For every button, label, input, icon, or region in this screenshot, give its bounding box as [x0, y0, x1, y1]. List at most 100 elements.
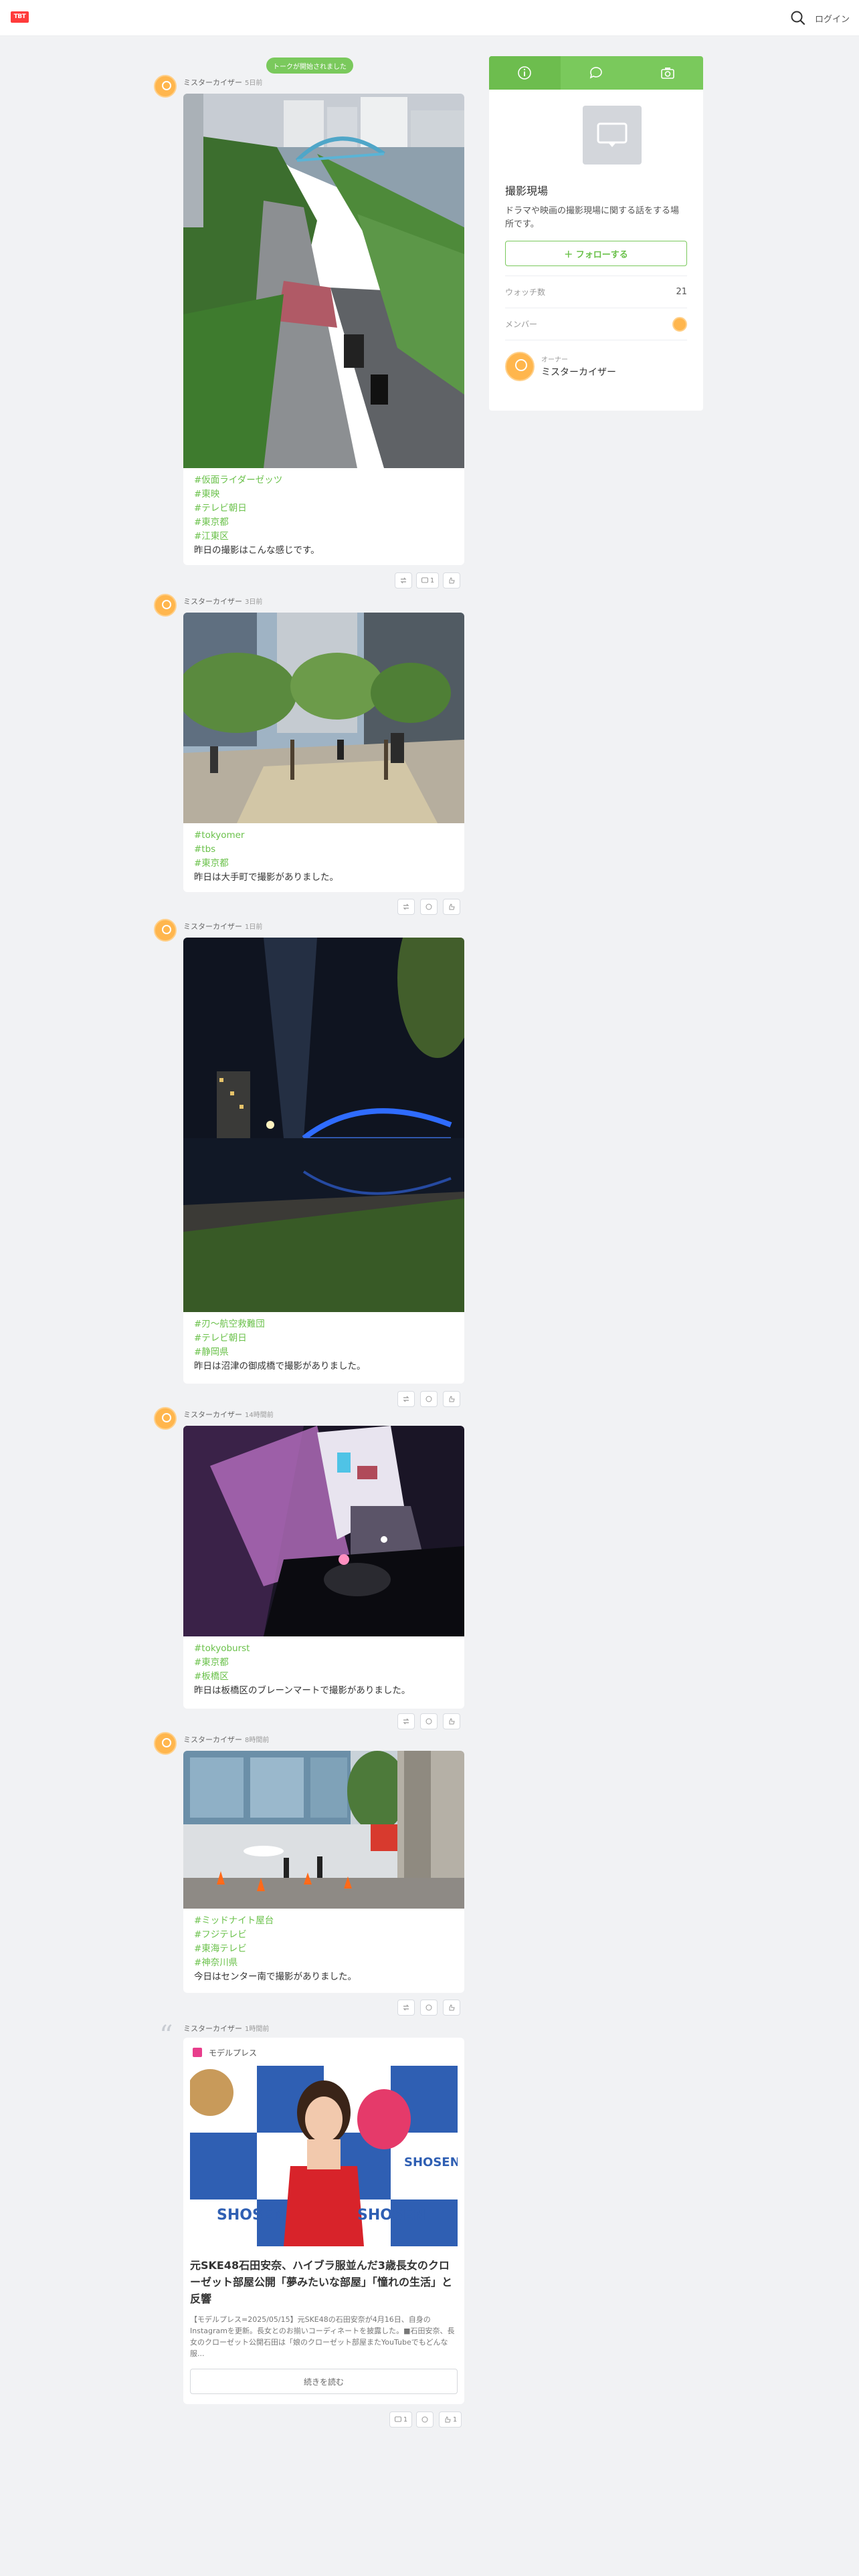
repost-icon: [403, 1718, 409, 1725]
repost-button[interactable]: [395, 572, 412, 588]
avatar[interactable]: [154, 75, 177, 98]
hand-icon: [449, 1718, 455, 1725]
post: ミスターカイザー 5日前 #仮面ライダーゼッツ #東映 #テレビ朝日 #東京都 …: [154, 75, 464, 588]
comment-button[interactable]: 1: [416, 572, 439, 588]
owner-avatar[interactable]: [505, 351, 535, 381]
talk-started-badge: トークが開始されました: [266, 58, 353, 74]
comment-button[interactable]: 1: [389, 2411, 412, 2428]
tab-photos[interactable]: [632, 56, 703, 90]
post-photo[interactable]: [183, 94, 464, 468]
login-link[interactable]: ログイン: [815, 12, 850, 25]
author-name[interactable]: ミスターカイザー: [183, 2024, 242, 2033]
reaction-icon: [421, 2416, 428, 2423]
author-name[interactable]: ミスターカイザー: [183, 1410, 242, 1419]
link-image[interactable]: SHOSEN SHOSEN SHOSEN: [190, 2066, 458, 2246]
post-photo[interactable]: [183, 938, 464, 1312]
hashtag[interactable]: #東京都: [194, 516, 454, 530]
like-button[interactable]: [443, 572, 460, 588]
like-button[interactable]: [443, 899, 460, 915]
link-source[interactable]: モデルプレス: [209, 2047, 257, 2058]
hashtag[interactable]: #テレビ朝日: [194, 1331, 454, 1346]
search-icon[interactable]: [789, 9, 807, 27]
read-more-button[interactable]: 続きを読む: [190, 2369, 458, 2394]
avatar[interactable]: [154, 1732, 177, 1755]
hashtag[interactable]: #東京都: [194, 1656, 454, 1670]
repost-button[interactable]: [397, 899, 415, 915]
tab-chat[interactable]: [561, 56, 632, 90]
post-photo[interactable]: [183, 613, 464, 823]
hashtag[interactable]: #テレビ朝日: [194, 502, 454, 516]
avatar[interactable]: [154, 1407, 177, 1430]
post: ミスターカイザー 1日前 #刃〜航空救難団 #テレビ朝日 #静岡県 昨日は沼津の…: [154, 919, 464, 1407]
hashtag[interactable]: #tbs: [194, 843, 454, 857]
chat-icon: [589, 67, 602, 79]
like-button[interactable]: [443, 1713, 460, 1729]
post-caption: 昨日の撮影はこんな感じです。: [194, 545, 320, 556]
hashtag[interactable]: #ミッドナイト屋台: [194, 1914, 454, 1928]
hashtag[interactable]: #仮面ライダーゼッツ: [194, 473, 454, 488]
hashtag[interactable]: #神奈川県: [194, 1956, 454, 1970]
like-button[interactable]: [443, 2000, 460, 2016]
hashtag[interactable]: #江東区: [194, 530, 454, 544]
author-name[interactable]: ミスターカイザー: [183, 78, 242, 87]
repost-icon: [400, 577, 407, 584]
repost-button[interactable]: [397, 1713, 415, 1729]
avatar[interactable]: [154, 919, 177, 942]
member-avatar[interactable]: [672, 316, 687, 332]
repost-button[interactable]: [397, 1391, 415, 1407]
repost-button[interactable]: [397, 2000, 415, 2016]
comment-icon: [425, 2004, 432, 2011]
reaction-button[interactable]: [416, 2411, 434, 2428]
comment-button[interactable]: [420, 1713, 438, 1729]
comment-icon: [425, 1396, 432, 1402]
image-sign-text: SHOSEN: [357, 2207, 425, 2224]
post-caption: 昨日は沼津の御成橋で撮影がありました。: [194, 1361, 366, 1372]
like-button[interactable]: 1: [439, 2411, 462, 2428]
post-card[interactable]: #tokyoburst #東京都 #板橋区 昨日は板橋区のブレーンマートで撮影が…: [183, 1426, 464, 1709]
link-card[interactable]: モデルプレス SHOSEN SHOSEN SHOSEN 元SKE48石田安奈、ハ…: [183, 2038, 464, 2404]
tab-info[interactable]: [489, 56, 561, 90]
post-caption: 昨日は大手町で撮影がありました。: [194, 872, 339, 883]
post-card[interactable]: #刃〜航空救難団 #テレビ朝日 #静岡県 昨日は沼津の御成橋で撮影がありました。: [183, 938, 464, 1384]
watch-count: 21: [676, 287, 687, 297]
owner-row[interactable]: オーナー ミスターカイザー: [505, 340, 687, 392]
hashtag[interactable]: #東海テレビ: [194, 1942, 454, 1956]
hand-icon: [445, 2416, 451, 2423]
author-name[interactable]: ミスターカイザー: [183, 1735, 242, 1744]
site-logo[interactable]: TBT: [11, 11, 29, 23]
author-name[interactable]: ミスターカイザー: [183, 597, 242, 606]
post: ミスターカイザー 3日前 #tokyomer #tbs #東京都 昨日は大手町で…: [154, 594, 464, 915]
comment-button[interactable]: [420, 2000, 438, 2016]
post-card[interactable]: #ミッドナイト屋台 #フジテレビ #東海テレビ #神奈川県 今日はセンター南で撮…: [183, 1751, 464, 1993]
hashtag[interactable]: #tokyomer: [194, 829, 454, 843]
link-title[interactable]: 元SKE48石田安奈、ハイブラ服並んだ3歳長女のクローゼット部屋公開「夢みたいな…: [190, 2257, 458, 2307]
comment-button[interactable]: [420, 899, 438, 915]
link-description: 【モデルプレス=2025/05/15】元SKE48の石田安奈が4月16日、自身の…: [190, 2315, 455, 2358]
image-sign-text: SHOSEN: [217, 2207, 285, 2224]
hand-icon: [449, 903, 455, 910]
hashtag[interactable]: #刃〜航空救難団: [194, 1317, 454, 1331]
post-photo[interactable]: [183, 1426, 464, 1636]
post-card[interactable]: #tokyomer #tbs #東京都 昨日は大手町で撮影がありました。: [183, 613, 464, 892]
post-card[interactable]: #仮面ライダーゼッツ #東映 #テレビ朝日 #東京都 #江東区 昨日の撮影はこん…: [183, 94, 464, 565]
comment-icon: [421, 577, 428, 583]
room-thumbnail: [583, 106, 642, 165]
like-button[interactable]: [443, 1391, 460, 1407]
post-photo[interactable]: [183, 1751, 464, 1909]
follow-button[interactable]: ＋ フォローする: [505, 241, 687, 266]
hashtag[interactable]: #静岡県: [194, 1346, 454, 1360]
post-caption: 昨日は板橋区のブレーンマートで撮影がありました。: [194, 1685, 411, 1696]
author-name[interactable]: ミスターカイザー: [183, 922, 242, 931]
hashtag[interactable]: #フジテレビ: [194, 1928, 454, 1942]
hashtag[interactable]: #tokyoburst: [194, 1642, 454, 1656]
hashtag[interactable]: #板橋区: [194, 1670, 454, 1684]
post-caption: 今日はセンター南で撮影がありました。: [194, 1971, 357, 1982]
hashtag[interactable]: #東京都: [194, 857, 454, 871]
avatar[interactable]: [154, 594, 177, 617]
member-row[interactable]: メンバー: [505, 308, 687, 340]
hashtag[interactable]: #東映: [194, 488, 454, 502]
owner-name[interactable]: ミスターカイザー: [541, 365, 616, 379]
comment-button[interactable]: [420, 1391, 438, 1407]
watch-label: ウォッチ数: [505, 288, 546, 297]
post-time: 5日前: [245, 80, 263, 87]
